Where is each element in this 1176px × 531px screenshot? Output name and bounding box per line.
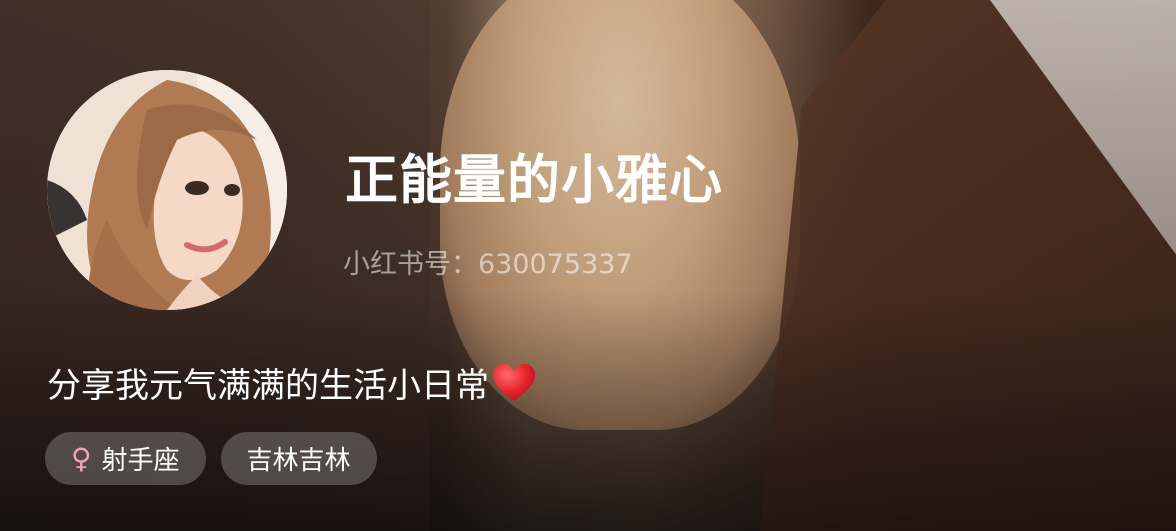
nickname: 正能量的小雅心 xyxy=(345,150,723,211)
heart-icon xyxy=(491,363,537,403)
tag-location-label: 吉林吉林 xyxy=(246,446,351,476)
tag-list: ♀ 射手座 吉林吉林 xyxy=(45,432,377,485)
avatar[interactable] xyxy=(47,70,287,310)
red-id-value: 630075337 xyxy=(478,249,633,280)
bio: 分享我元气满满的生活小日常 xyxy=(47,358,537,407)
tag-zodiac-label: 射手座 xyxy=(101,446,180,476)
red-id: 小红书号：630075337 xyxy=(343,242,633,281)
red-id-label: 小红书号： xyxy=(343,249,478,280)
tag-location[interactable]: 吉林吉林 xyxy=(220,432,377,485)
female-icon: ♀ xyxy=(71,441,92,475)
profile-header: 正能量的小雅心 小红书号：630075337 分享我元气满满的生活小日常 ♀ 射… xyxy=(0,0,1176,531)
bio-text: 分享我元气满满的生活小日常 xyxy=(47,366,489,406)
avatar-portrait xyxy=(47,70,287,310)
tag-zodiac[interactable]: ♀ 射手座 xyxy=(45,432,206,485)
